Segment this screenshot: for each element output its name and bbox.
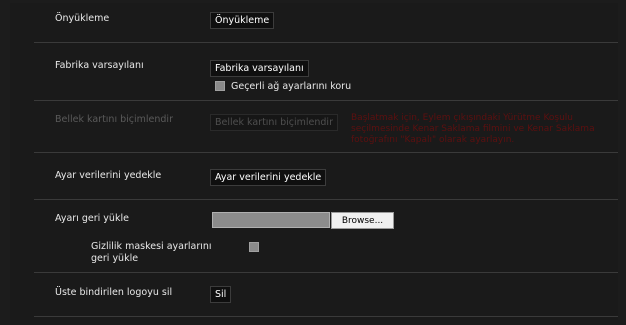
format-memory-card-note: Başlatmak için, Eylem çıkışındaki Yürütm… xyxy=(351,113,595,145)
format-memory-card-button[interactable]: Bellek kartını biçimlendir xyxy=(210,114,338,131)
delete-logo-label: Üste bindirilen logoyu sil xyxy=(55,287,173,298)
divider xyxy=(34,100,618,101)
divider xyxy=(34,272,618,273)
factory-default-label: Fabrika varsayılanı xyxy=(55,60,144,71)
divider xyxy=(34,152,618,153)
restore-privacy-mask-label-line1: Gizlilik maskesi ayarlarını xyxy=(91,241,212,252)
divider xyxy=(34,316,618,317)
restore-settings-label: Ayarı geri yükle xyxy=(55,213,129,224)
preset-label: Önyükleme xyxy=(55,13,110,24)
divider xyxy=(34,42,618,43)
backup-settings-label: Ayar verilerini yedekle xyxy=(55,170,162,181)
browse-button[interactable]: Browse... xyxy=(331,212,394,229)
backup-settings-button[interactable]: Ayar verilerini yedekle xyxy=(210,169,327,186)
format-memory-card-label: Bellek kartını biçimlendir xyxy=(55,114,173,125)
restore-privacy-mask-checkbox[interactable] xyxy=(249,242,259,252)
preset-button[interactable]: Önyükleme xyxy=(210,12,275,29)
divider xyxy=(34,199,618,200)
keep-network-settings-label: Geçerli ağ ayarlarını koru xyxy=(231,81,352,92)
delete-logo-button[interactable]: Sil xyxy=(210,286,232,303)
factory-default-button[interactable]: Fabrika varsayılanı xyxy=(210,60,309,77)
restore-file-input[interactable] xyxy=(212,212,330,228)
restore-privacy-mask-label-line2: geri yükle xyxy=(91,253,139,264)
keep-network-settings-checkbox[interactable] xyxy=(215,81,225,91)
